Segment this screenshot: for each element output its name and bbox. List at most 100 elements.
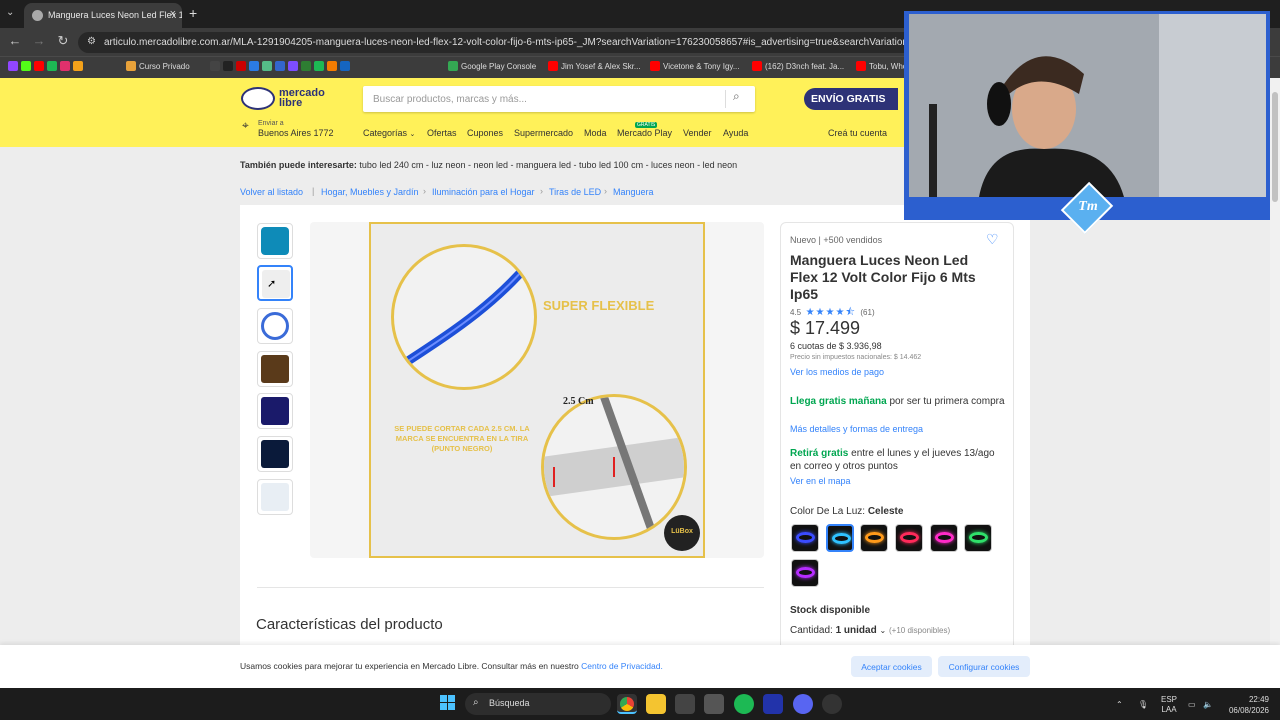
tax-note: Precio sin impuestos nacionales: $ 14.46… bbox=[790, 354, 922, 361]
search-input[interactable]: Buscar productos, marcas y más... bbox=[363, 86, 755, 112]
cursor-icon: ➚ bbox=[267, 278, 277, 290]
breadcrumb-back[interactable]: Volver al listado bbox=[240, 187, 303, 197]
breadcrumb-manguera[interactable]: Manguera bbox=[613, 187, 654, 197]
nav-ayuda[interactable]: Ayuda bbox=[723, 128, 748, 138]
browser-tab[interactable]: Manguera Luces Neon Led Flex 12 Volt Col… bbox=[24, 3, 182, 28]
steam-icon[interactable] bbox=[822, 694, 842, 714]
windows-start-icon[interactable] bbox=[440, 695, 456, 711]
color-swatch-rosa[interactable] bbox=[930, 524, 958, 552]
gallery-thumbnail[interactable] bbox=[257, 223, 293, 259]
gallery-thumbnail[interactable] bbox=[257, 351, 293, 387]
cookie-text: Usamos cookies para mejorar tu experienc… bbox=[240, 661, 663, 671]
color-swatch-azul[interactable] bbox=[791, 524, 819, 552]
bookmark-icons-group-2[interactable] bbox=[210, 61, 353, 71]
bookmark-vicetone[interactable]: Vicetone & Tony Igy... bbox=[650, 61, 740, 71]
youtube-icon bbox=[650, 61, 660, 71]
color-swatch-rojo[interactable] bbox=[895, 524, 923, 552]
bookmark-tobu[interactable]: Tobu, Who bbox=[856, 61, 907, 71]
clock[interactable]: 22:49 06/08/2026 bbox=[1225, 694, 1269, 716]
nav-moda[interactable]: Moda bbox=[584, 128, 607, 138]
play-icon bbox=[448, 61, 458, 71]
new-tab-button[interactable]: + bbox=[189, 5, 197, 21]
breadcrumb-hogar[interactable]: Hogar, Muebles y Jardín bbox=[321, 187, 419, 197]
related-searches: También puede interesarte: tubo led 240 … bbox=[240, 160, 738, 170]
discord-icon[interactable] bbox=[793, 694, 813, 714]
nav-categorias[interactable]: Categorías ⌄ bbox=[363, 128, 415, 138]
reload-icon[interactable]: ↻ bbox=[55, 33, 71, 49]
site-info-icon[interactable]: ⚙ bbox=[87, 36, 96, 47]
nav-cupones[interactable]: Cupones bbox=[467, 128, 503, 138]
back-icon[interactable]: ← bbox=[7, 33, 23, 48]
nav-mercado-play[interactable]: Mercado Play bbox=[617, 128, 672, 138]
microphone-icon[interactable]: 🎙 bbox=[1138, 700, 1148, 709]
store-icon[interactable] bbox=[675, 694, 695, 714]
spotify-icon[interactable] bbox=[734, 694, 754, 714]
calculator-icon[interactable] bbox=[704, 694, 724, 714]
color-swatch-violeta[interactable] bbox=[791, 559, 819, 587]
chrome-icon[interactable] bbox=[617, 694, 637, 714]
breadcrumb-tiras[interactable]: Tiras de LED bbox=[549, 187, 601, 197]
handshake-logo-icon[interactable] bbox=[241, 87, 275, 110]
payment-methods-link[interactable]: Ver los medios de pago bbox=[790, 367, 884, 377]
chevron-up-icon[interactable]: ⌃ bbox=[1116, 700, 1123, 709]
cut-hose-graphic bbox=[544, 397, 684, 537]
nav-supermercado[interactable]: Supermercado bbox=[514, 128, 573, 138]
location-label[interactable]: Enviar a bbox=[258, 120, 284, 127]
scrollbar-thumb[interactable] bbox=[1272, 92, 1278, 202]
breadcrumb-iluminacion[interactable]: Iluminación para el Hogar bbox=[432, 187, 535, 197]
create-account-link[interactable]: Creá tu cuenta bbox=[828, 128, 887, 138]
brand-logo: LüBox bbox=[664, 515, 700, 551]
language-indicator[interactable]: ESP LAA bbox=[1161, 695, 1177, 715]
bookmark-d3nch[interactable]: (162) D3nch feat. Ja... bbox=[752, 61, 844, 71]
location-value[interactable]: Buenos Aires 1772 bbox=[258, 128, 334, 138]
cut-instructions-text: SE PUEDE CORTAR CADA 2.5 CM. LA MARCA SE… bbox=[394, 424, 530, 453]
tab-title: Manguera Luces Neon Led Flex 12 Volt Col… bbox=[48, 10, 182, 20]
configure-cookies-button[interactable]: Configurar cookies bbox=[938, 656, 1030, 677]
nav-vender[interactable]: Vender bbox=[683, 128, 712, 138]
gallery-thumbnail[interactable] bbox=[257, 479, 293, 515]
forward-icon[interactable]: → bbox=[31, 33, 47, 48]
nav-ofertas[interactable]: Ofertas bbox=[427, 128, 457, 138]
taskbar-search[interactable]: ⌕ Búsqueda bbox=[465, 693, 611, 715]
bookmark-google-play-console[interactable]: Google Play Console bbox=[448, 61, 536, 71]
gallery-thumbnail[interactable] bbox=[257, 308, 293, 344]
tab-close-icon[interactable]: × bbox=[170, 8, 176, 20]
youtube-icon bbox=[752, 61, 762, 71]
gallery-thumbnail[interactable] bbox=[257, 436, 293, 472]
related-search-links[interactable]: tubo led 240 cm - luz neon - neon led - … bbox=[359, 160, 737, 170]
color-label: Color De La Luz: Celeste bbox=[790, 506, 904, 517]
youtube-icon bbox=[856, 61, 866, 71]
gallery-thumbnail[interactable] bbox=[257, 393, 293, 429]
color-swatch-celeste[interactable] bbox=[826, 524, 854, 552]
search-icon[interactable]: ⌕ bbox=[733, 89, 740, 104]
main-product-image[interactable] bbox=[369, 222, 705, 558]
cm-label: 2.5 Cm bbox=[563, 396, 594, 407]
bookmark-jim-yosef[interactable]: Jim Yosef & Alex Skr... bbox=[548, 61, 641, 71]
network-icon[interactable]: ▭ bbox=[1188, 700, 1196, 709]
view-map-link[interactable]: Ver en el mapa bbox=[790, 476, 851, 486]
privacy-link[interactable]: Centro de Privacidad. bbox=[581, 661, 663, 671]
bookmark-icons-group[interactable] bbox=[8, 61, 86, 71]
bookmark-curso-privado[interactable]: Curso Privado bbox=[126, 61, 190, 71]
envio-gratis-banner[interactable]: ENVÍO GRATIS bbox=[804, 88, 898, 110]
color-swatch-verde[interactable] bbox=[964, 524, 992, 552]
file-explorer-icon[interactable] bbox=[646, 694, 666, 714]
color-swatch-naranja[interactable] bbox=[860, 524, 888, 552]
delivery-details-link[interactable]: Más detalles y formas de entrega bbox=[790, 424, 923, 434]
tab-list-chevron-icon[interactable]: ⌄ bbox=[6, 7, 14, 18]
vegas-icon[interactable] bbox=[763, 694, 783, 714]
address-bar[interactable]: ⚙ articulo.mercadolibre.com.ar/MLA-12919… bbox=[78, 32, 918, 53]
installments: 6 cuotas de $ 3.936,98 bbox=[790, 341, 882, 351]
site-logo[interactable]: mercado libre bbox=[279, 88, 339, 109]
url-text: articulo.mercadolibre.com.ar/MLA-1291904… bbox=[104, 37, 918, 48]
volume-icon[interactable]: 🔈 bbox=[1203, 700, 1213, 709]
location-pin-icon[interactable]: ⌖ bbox=[242, 118, 249, 133]
gallery-thumbnail[interactable]: ➚ bbox=[257, 265, 293, 301]
accept-cookies-button[interactable]: Aceptar cookies bbox=[851, 656, 932, 677]
heart-icon[interactable]: ♡ bbox=[986, 231, 999, 248]
divider bbox=[257, 587, 764, 588]
chevron-right-icon: › bbox=[540, 186, 543, 196]
quantity-selector[interactable]: Cantidad: 1 unidad ⌄ (+10 disponibles) bbox=[790, 625, 950, 636]
breadcrumb-separator: | bbox=[312, 186, 315, 196]
channel-logo-text: Tm bbox=[1078, 199, 1098, 214]
